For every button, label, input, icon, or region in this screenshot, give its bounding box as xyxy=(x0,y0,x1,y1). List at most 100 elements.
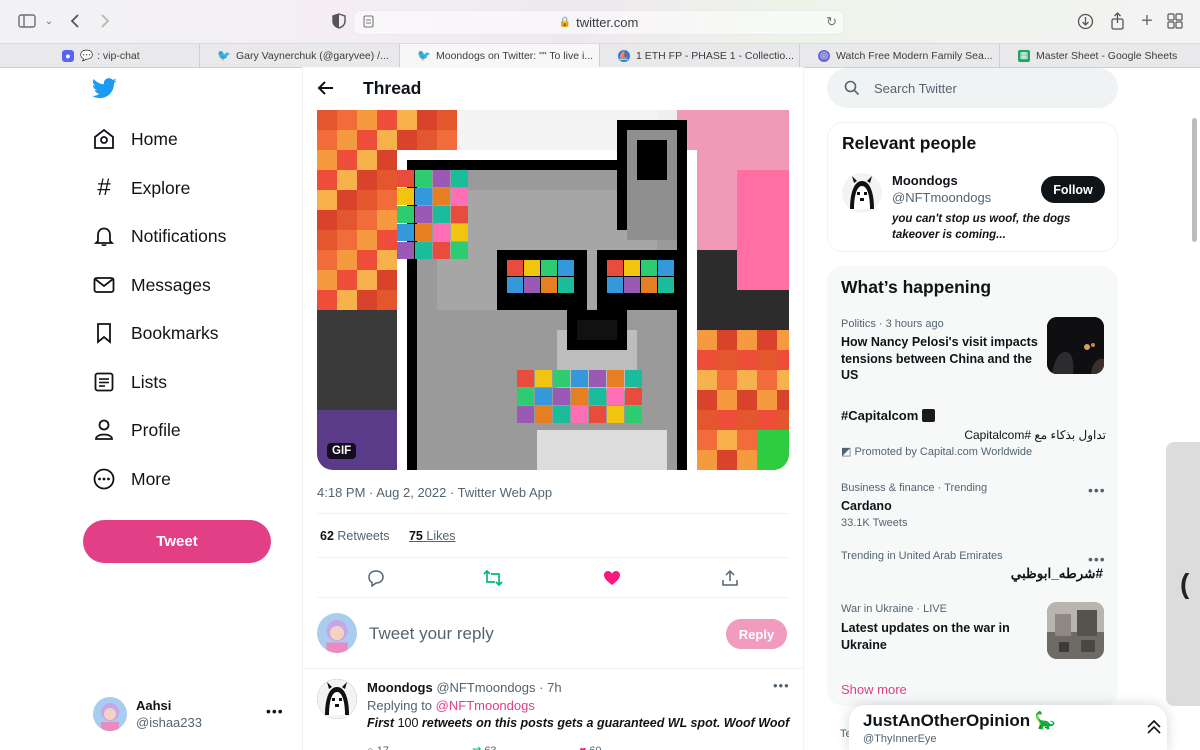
nav-profile[interactable]: Profile xyxy=(92,415,181,445)
tab-label: Moondogs on Twitter: "" To live i... xyxy=(436,49,594,62)
reply-tweet[interactable]: Moondogs @NFTmoondogs · 7h ••• Replying … xyxy=(303,669,803,750)
chevron-down-icon[interactable]: ⌄ xyxy=(38,10,60,32)
nav-bookmarks[interactable]: Bookmarks xyxy=(92,318,219,348)
download-icon[interactable] xyxy=(1074,10,1096,32)
whats-happening-card: What’s happening Politics · 3 hours ago … xyxy=(827,266,1118,706)
more-dots-icon[interactable]: ••• xyxy=(266,703,284,719)
author-name[interactable]: Moondogs xyxy=(367,680,433,695)
page-scrollbar[interactable] xyxy=(1192,118,1197,242)
moondogs-avatar[interactable] xyxy=(317,679,357,719)
tab-moondogs[interactable]: 🐦 Moondogs on Twitter: "" To live i... xyxy=(400,44,600,67)
nav-home[interactable]: Home xyxy=(92,124,178,154)
expand-chevron-icon[interactable] xyxy=(1146,719,1162,740)
tab-gary-vaynerchuk[interactable]: 🐦 Gary Vaynerchuk (@garyvee) /... xyxy=(200,44,400,67)
user-avatar xyxy=(93,697,127,731)
account-switcher[interactable]: Aahsi @ishaa233 ••• xyxy=(93,697,293,733)
nav-label: Home xyxy=(131,128,178,149)
tweet-timestamp[interactable]: 4:18 PM · Aug 2, 2022 · Twitter Web App xyxy=(317,485,552,500)
show-more-link[interactable]: Show more xyxy=(841,682,907,697)
reply-button[interactable]: Reply xyxy=(726,619,787,649)
sidebar-toggle-icon[interactable] xyxy=(16,10,38,32)
reply-composer: Tweet your reply Reply xyxy=(303,598,803,669)
person-bio: you can't stop us woof, the dogs takeove… xyxy=(892,213,1071,241)
likes-stat[interactable]: 75 Likes xyxy=(409,529,456,543)
share-icon[interactable] xyxy=(719,567,741,589)
tab-master-sheet[interactable]: ▦ Master Sheet - Google Sheets xyxy=(1000,44,1200,67)
search-box[interactable]: Search Twitter xyxy=(827,68,1118,108)
nav-messages[interactable]: Messages xyxy=(92,270,211,300)
tab-modern-family[interactable]: ◎ Watch Free Modern Family Sea... xyxy=(800,44,1000,67)
privacy-shield-icon[interactable] xyxy=(328,10,350,32)
news-thumbnail[interactable] xyxy=(1047,602,1104,659)
replying-label: Replying to xyxy=(367,698,433,713)
back-arrow-icon[interactable] xyxy=(317,79,335,102)
page-title: Thread xyxy=(363,78,422,98)
tweet-gif-media[interactable]: GIF xyxy=(317,110,789,470)
follow-button[interactable]: Follow xyxy=(1041,176,1105,203)
retweets-stat[interactable]: 62 Retweets xyxy=(320,529,390,543)
new-tab-icon[interactable]: + xyxy=(1136,10,1158,32)
likes-label: Likes xyxy=(426,529,456,543)
replying-to-link[interactable]: @NFTmoondogs xyxy=(436,698,535,713)
tab-bar: ● 💬 : vip-chat 🐦 Gary Vaynerchuk (@garyv… xyxy=(0,44,1200,68)
tweet-stats: 62 Retweets 75 Likes xyxy=(320,529,456,543)
liked-heart-icon[interactable]: ♥ xyxy=(580,745,587,750)
liked-heart-icon[interactable] xyxy=(601,567,623,589)
thread-column: GIF Thread 4:18 PM · Aug 2, 2022 · Twitt… xyxy=(302,67,804,750)
retweet-icon[interactable] xyxy=(482,567,504,589)
like-count: 75 xyxy=(408,529,423,543)
search-icon xyxy=(844,80,860,101)
tab-vip-chat[interactable]: ● 💬 : vip-chat xyxy=(0,44,200,67)
author-handle[interactable]: @NFTmoondogs xyxy=(436,680,535,695)
nav-label: Explore xyxy=(131,177,191,198)
moondogs-avatar[interactable] xyxy=(842,173,882,213)
tab-label: Gary Vaynerchuk (@garyvee) /... xyxy=(236,49,389,62)
nav-more[interactable]: More xyxy=(92,464,171,494)
trend-title: #شرطه_ابوظبي xyxy=(1010,566,1103,581)
nav-explore[interactable]: # Explore xyxy=(92,173,190,203)
retweet-icon[interactable]: ⇄ xyxy=(472,745,481,750)
tweet-time[interactable]: · 7h xyxy=(539,680,561,695)
trend-title: Cardano xyxy=(841,499,892,513)
home-icon xyxy=(92,127,116,151)
person-handle[interactable]: @NFTmoondogs xyxy=(892,190,991,205)
tab-overview-icon[interactable] xyxy=(1164,10,1186,32)
person-icon xyxy=(92,418,116,442)
person-name[interactable]: Moondogs xyxy=(892,173,958,188)
tweet-button[interactable]: Tweet xyxy=(83,520,271,563)
back-icon[interactable] xyxy=(64,10,86,32)
news-thumbnail[interactable] xyxy=(1047,317,1104,374)
trend-item[interactable]: Trending in United Arab Emirates #شرطه_ا… xyxy=(841,550,1106,583)
more-circle-icon xyxy=(92,467,116,491)
twitter-logo-icon[interactable] xyxy=(92,78,117,104)
tweet-text-part: retweets on this posts gets a guaranteed… xyxy=(421,716,790,730)
drawer-title: JustAnOtherOpinion 🦕 xyxy=(863,711,1057,730)
sheets-icon: ▦ xyxy=(1018,49,1030,62)
messages-drawer[interactable]: JustAnOtherOpinion 🦕 @ThyInnerEye xyxy=(849,705,1167,750)
trend-subtitle: تداول بذكاء مع #Capitalcom xyxy=(964,427,1106,442)
bell-icon xyxy=(92,224,116,248)
reload-icon[interactable]: ↻ xyxy=(826,14,837,30)
side-video-panel[interactable]: ( xyxy=(1166,442,1200,706)
more-dots-icon[interactable]: ••• xyxy=(1088,551,1106,567)
reply-input[interactable]: Tweet your reply xyxy=(369,624,494,644)
share-icon[interactable] xyxy=(1106,10,1128,32)
promoted-label: Promoted by Capital.com Worldwide xyxy=(854,445,1033,458)
trend-title: Latest updates on the war in Ukraine xyxy=(841,621,1010,652)
forward-icon[interactable] xyxy=(94,10,116,32)
trend-item[interactable]: Business & finance · Trending Cardano 33… xyxy=(841,482,1106,529)
nav-notifications[interactable]: Notifications xyxy=(92,221,226,251)
promoted-trend[interactable]: #Capitalcom تداول بذكاء مع #Capitalcom ◩… xyxy=(841,408,1106,458)
side-panel-glyph-icon: ( xyxy=(1180,568,1190,599)
reply-icon[interactable] xyxy=(365,567,387,589)
address-bar[interactable]: 🔒 twitter.com ↻ xyxy=(353,10,844,35)
nav-lists[interactable]: Lists xyxy=(92,367,167,397)
card-title: What’s happening xyxy=(841,277,992,297)
more-dots-icon[interactable]: ••• xyxy=(1088,482,1106,498)
tab-eth-collection[interactable]: ⛵ 1 ETH FP - PHASE 1 - Collectio... xyxy=(600,44,800,67)
reply-icon[interactable]: ○ xyxy=(367,745,374,750)
nav-label: Lists xyxy=(131,371,167,392)
search-input[interactable]: Search Twitter xyxy=(874,81,957,96)
relevant-people-card: Relevant people Moondogs @NFTmoondogs Fo… xyxy=(827,122,1118,252)
more-dots-icon[interactable]: ••• xyxy=(773,678,790,693)
